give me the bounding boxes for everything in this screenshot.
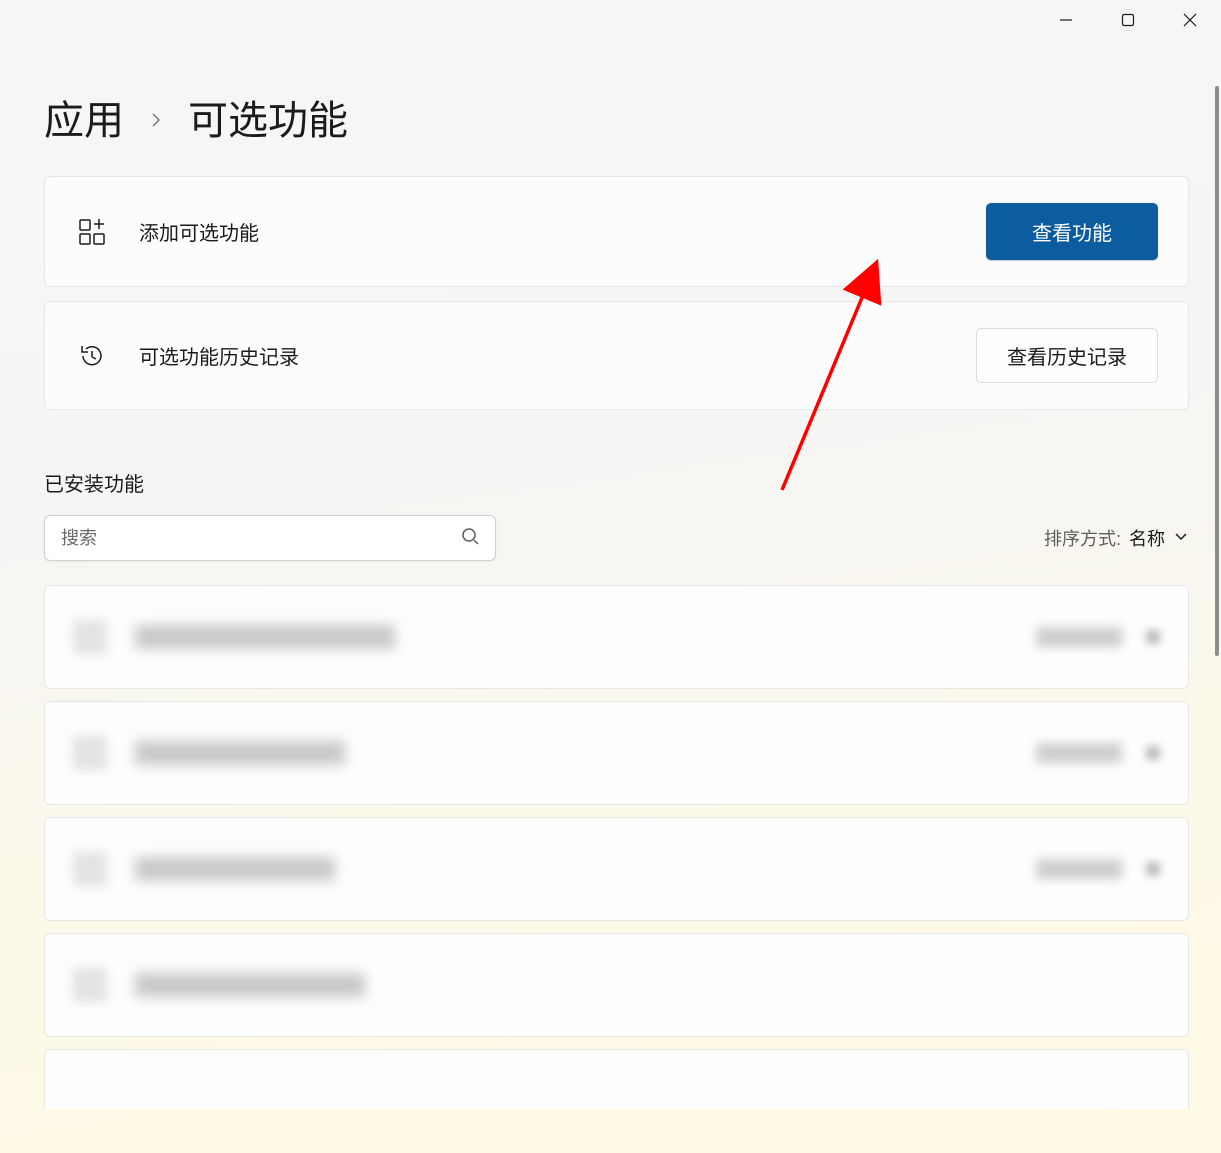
history-icon: [75, 339, 109, 373]
window-controls: [1035, 0, 1221, 40]
page-title: 可选功能: [188, 88, 348, 146]
feature-icon: [73, 736, 107, 770]
add-feature-label: 添加可选功能: [139, 217, 259, 246]
history-label: 可选功能历史记录: [139, 341, 299, 370]
feature-name: [135, 741, 345, 765]
chevron-down-icon: [1146, 630, 1160, 644]
chevron-down-icon: [1173, 528, 1189, 549]
close-button[interactable]: [1159, 0, 1221, 40]
feature-size: [1036, 743, 1122, 763]
feature-item[interactable]: [44, 585, 1189, 689]
search-icon: [461, 527, 479, 550]
view-features-button[interactable]: 查看功能: [986, 203, 1158, 260]
maximize-button[interactable]: [1097, 0, 1159, 40]
feature-icon: [73, 620, 107, 654]
feature-icon: [73, 968, 107, 1002]
feature-size: [1036, 859, 1122, 879]
chevron-down-icon: [1146, 746, 1160, 760]
view-history-button[interactable]: 查看历史记录: [976, 328, 1158, 383]
search-input[interactable]: [61, 528, 461, 549]
feature-item[interactable]: [44, 933, 1189, 1037]
minimize-button[interactable]: [1035, 0, 1097, 40]
breadcrumb-parent[interactable]: 应用: [44, 88, 124, 146]
sort-value: 名称: [1129, 525, 1165, 551]
feature-item[interactable]: [44, 1049, 1189, 1109]
feature-name: [135, 973, 365, 997]
scrollbar-thumb[interactable]: [1215, 86, 1219, 656]
sort-label: 排序方式:: [1044, 525, 1121, 551]
feature-item[interactable]: [44, 817, 1189, 921]
sort-control[interactable]: 排序方式: 名称: [1044, 525, 1189, 551]
add-feature-card: 添加可选功能 查看功能: [44, 176, 1189, 287]
breadcrumb: 应用 可选功能: [44, 88, 348, 146]
feature-name: [135, 857, 335, 881]
history-card: 可选功能历史记录 查看历史记录: [44, 301, 1189, 410]
feature-name: [135, 625, 395, 649]
search-box[interactable]: [44, 515, 496, 561]
feature-icon: [73, 852, 107, 886]
feature-size: [1036, 627, 1122, 647]
add-feature-icon: [75, 215, 109, 249]
installed-section-header: 已安装功能: [44, 468, 1189, 497]
chevron-right-icon: [148, 107, 164, 135]
chevron-down-icon: [1146, 862, 1160, 876]
feature-item[interactable]: [44, 701, 1189, 805]
